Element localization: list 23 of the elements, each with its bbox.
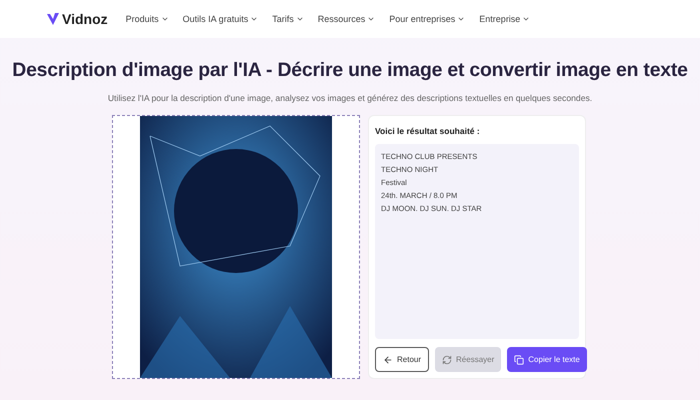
chevron-down-icon: [160, 15, 169, 23]
nav-link[interactable]: Tarifs: [272, 14, 304, 24]
chevron-down-icon: [250, 15, 258, 23]
nav-link[interactable]: Produits: [126, 14, 169, 24]
image-upload-area[interactable]: [112, 115, 360, 379]
page-title: Description d'image par l'IA - Décrire une image et convertir image en texte: [11, 59, 689, 82]
nav-link[interactable]: Entreprise: [479, 14, 530, 24]
nav-link[interactable]: Pour entreprises: [389, 14, 466, 24]
result-heading: Voici le résultat souhaité :: [375, 126, 481, 136]
page-subtitle: Utilisez l'IA pour la description d'une image, analysez vos images et générez des descriptions textuelles en quelques secondes.: [106, 93, 594, 103]
logo-icon: [46, 12, 60, 26]
nav-link[interactable]: Ressources: [318, 14, 376, 24]
copy-icon: [514, 354, 524, 364]
logo-text[interactable]: Vidnoz: [62, 11, 108, 27]
back-button[interactable]: Retour: [375, 347, 430, 372]
nav-link[interactable]: Outils IA gratuits: [182, 14, 258, 24]
chevron-down-icon: [367, 15, 376, 23]
chevron-down-icon: [296, 15, 304, 23]
chevron-down-icon: [457, 15, 466, 23]
arrow-left-icon: [383, 354, 393, 364]
chevron-down-icon: [522, 15, 530, 23]
refresh-icon: [442, 354, 452, 364]
copy-button[interactable]: Copier le texte: [507, 347, 587, 372]
